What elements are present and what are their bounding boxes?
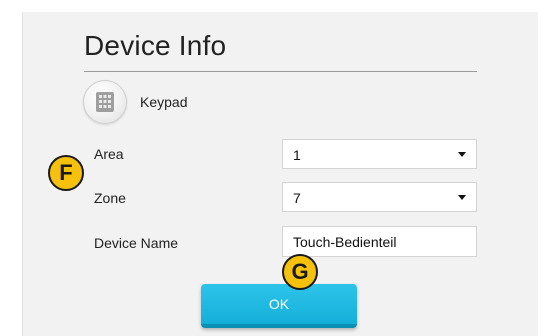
zone-select[interactable]: 7 — [282, 182, 477, 212]
device-name-label: Device Name — [94, 235, 179, 251]
area-select[interactable]: 1 — [282, 139, 477, 169]
area-label: Area — [94, 146, 124, 162]
keypad-icon — [83, 80, 127, 124]
chevron-down-icon — [458, 152, 466, 157]
device-type-label: Keypad — [140, 94, 188, 110]
device-name-input[interactable] — [282, 226, 477, 257]
zone-label: Zone — [94, 190, 126, 206]
annotation-marker-g: G — [282, 254, 318, 290]
annotation-marker-f: F — [48, 155, 84, 191]
zone-select-value: 7 — [293, 190, 301, 206]
chevron-down-icon — [458, 195, 466, 200]
ok-button[interactable]: OK — [201, 284, 357, 328]
page-title: Device Info — [84, 30, 227, 61]
title-divider — [84, 71, 477, 72]
area-select-value: 1 — [293, 147, 301, 163]
